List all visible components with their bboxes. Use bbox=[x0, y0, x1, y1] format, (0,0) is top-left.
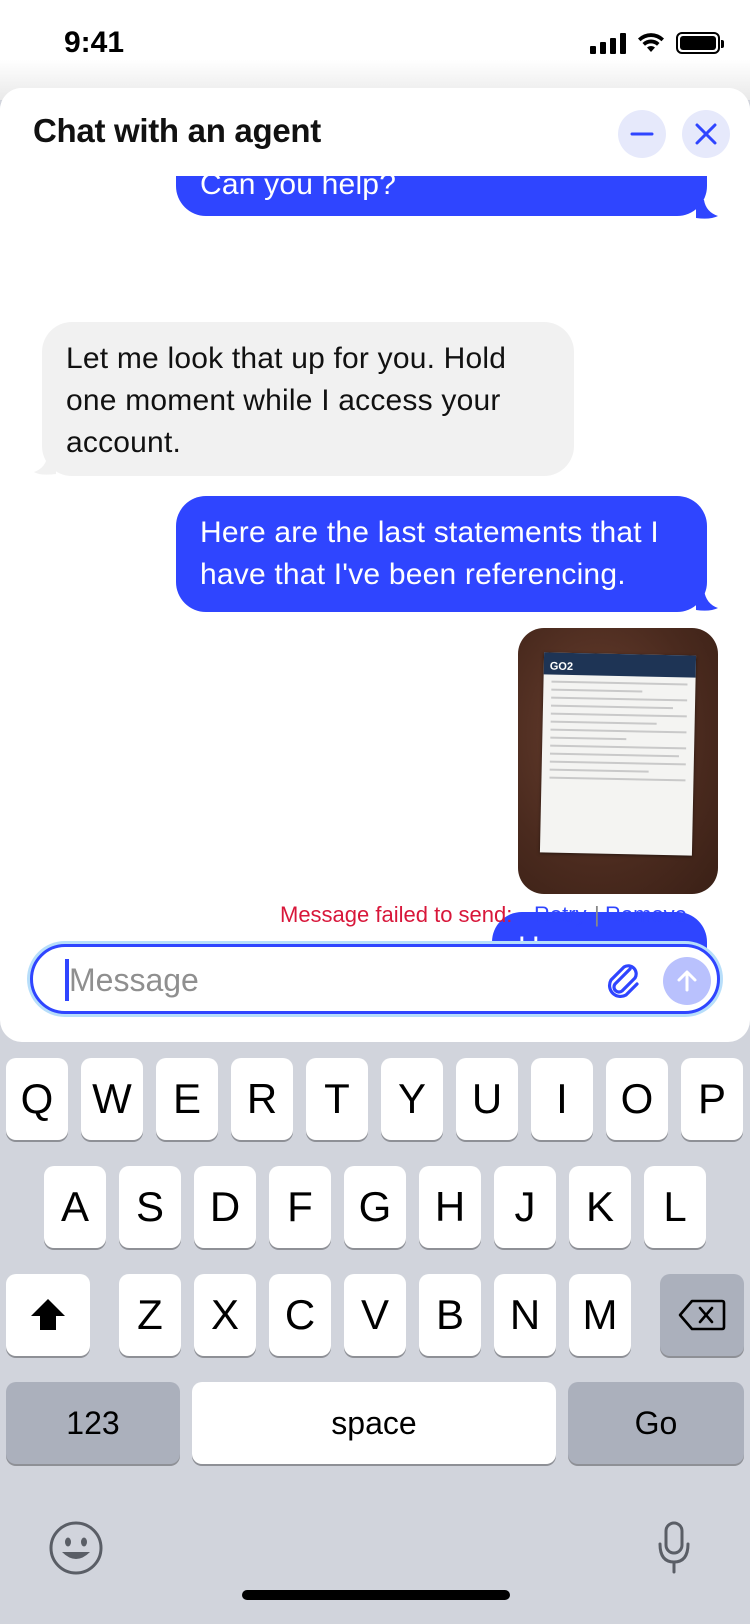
emoji-icon[interactable] bbox=[48, 1520, 104, 1576]
bubble-tail bbox=[34, 454, 56, 475]
space-key[interactable]: space bbox=[192, 1382, 556, 1464]
wifi-icon bbox=[638, 33, 664, 52]
message-bubble-agent: Let me look that up for you. Hold one mo… bbox=[42, 322, 574, 476]
send-error-row: Message failed to send: Retry | Remove bbox=[0, 902, 750, 934]
key-r[interactable]: R bbox=[231, 1058, 293, 1140]
send-error-text: Message failed to send: bbox=[280, 902, 513, 927]
key-q[interactable]: Q bbox=[6, 1058, 68, 1140]
arrow-up-icon bbox=[677, 970, 697, 992]
message-bubble-user: Here are the last statements that I have… bbox=[176, 496, 707, 612]
key-f[interactable]: F bbox=[269, 1166, 331, 1248]
bubble-tail bbox=[696, 200, 718, 219]
key-h[interactable]: H bbox=[419, 1166, 481, 1248]
minimize-icon bbox=[630, 132, 654, 136]
key-n[interactable]: N bbox=[494, 1274, 556, 1356]
key-v[interactable]: V bbox=[344, 1274, 406, 1356]
shift-icon bbox=[31, 1299, 65, 1330]
message-text: Let me look that up for you. Hold one mo… bbox=[66, 342, 507, 459]
go-key[interactable]: Go bbox=[568, 1382, 744, 1464]
shift-key[interactable] bbox=[6, 1274, 90, 1356]
chat-sheet: Chat with an agent Can you help? Let me … bbox=[0, 88, 750, 1042]
send-button[interactable] bbox=[663, 957, 711, 1005]
key-y[interactable]: Y bbox=[381, 1058, 443, 1140]
key-p[interactable]: P bbox=[681, 1058, 743, 1140]
microphone-icon[interactable] bbox=[656, 1520, 692, 1576]
chat-title: Chat with an agent bbox=[33, 112, 321, 149]
close-button[interactable] bbox=[682, 110, 730, 158]
key-d[interactable]: D bbox=[194, 1166, 256, 1248]
key-e[interactable]: E bbox=[156, 1058, 218, 1140]
numbers-key[interactable]: 123 bbox=[6, 1382, 180, 1464]
message-input[interactable] bbox=[69, 959, 569, 1001]
status-icons bbox=[590, 32, 724, 54]
key-c[interactable]: C bbox=[269, 1274, 331, 1356]
remove-link[interactable]: Remove bbox=[605, 902, 687, 928]
statement-photo-attachment[interactable]: GO2 bbox=[518, 628, 718, 894]
paperclip-icon[interactable] bbox=[603, 959, 643, 1001]
close-icon bbox=[695, 123, 717, 145]
key-w[interactable]: W bbox=[81, 1058, 143, 1140]
home-indicator[interactable] bbox=[242, 1590, 510, 1600]
key-i[interactable]: I bbox=[531, 1058, 593, 1140]
message-bubble-user: Can you help? bbox=[176, 176, 707, 216]
message-text: Can you help? bbox=[200, 176, 397, 201]
key-g[interactable]: G bbox=[344, 1166, 406, 1248]
message-input-container bbox=[30, 944, 720, 1014]
battery-icon bbox=[676, 32, 724, 54]
message-list[interactable]: Can you help? Let me look that up for yo… bbox=[0, 176, 750, 1016]
minimize-button[interactable] bbox=[618, 110, 666, 158]
backspace-icon bbox=[678, 1299, 726, 1331]
chat-header: Chat with an agent bbox=[0, 88, 750, 176]
key-u[interactable]: U bbox=[456, 1058, 518, 1140]
key-x[interactable]: X bbox=[194, 1274, 256, 1356]
key-a[interactable]: A bbox=[44, 1166, 106, 1248]
key-b[interactable]: B bbox=[419, 1274, 481, 1356]
key-j[interactable]: J bbox=[494, 1166, 556, 1248]
key-t[interactable]: T bbox=[306, 1058, 368, 1140]
key-l[interactable]: L bbox=[644, 1166, 706, 1248]
retry-link[interactable]: Retry bbox=[534, 902, 587, 928]
key-s[interactable]: S bbox=[119, 1166, 181, 1248]
key-m[interactable]: M bbox=[569, 1274, 631, 1356]
statement-brand: GO2 bbox=[549, 660, 574, 674]
signal-icon bbox=[590, 32, 626, 54]
message-text: Here are the last statements that I have… bbox=[200, 516, 659, 591]
bubble-tail bbox=[696, 590, 718, 611]
key-o[interactable]: O bbox=[606, 1058, 668, 1140]
key-z[interactable]: Z bbox=[119, 1274, 181, 1356]
keyboard: Q W E R T Y U I O P A S D F G H J K L Z … bbox=[0, 1042, 750, 1624]
key-k[interactable]: K bbox=[569, 1166, 631, 1248]
backspace-key[interactable] bbox=[660, 1274, 744, 1356]
bank-statement-image: GO2 bbox=[539, 652, 697, 856]
status-time: 9:41 bbox=[64, 26, 125, 59]
link-separator: | bbox=[594, 902, 600, 927]
